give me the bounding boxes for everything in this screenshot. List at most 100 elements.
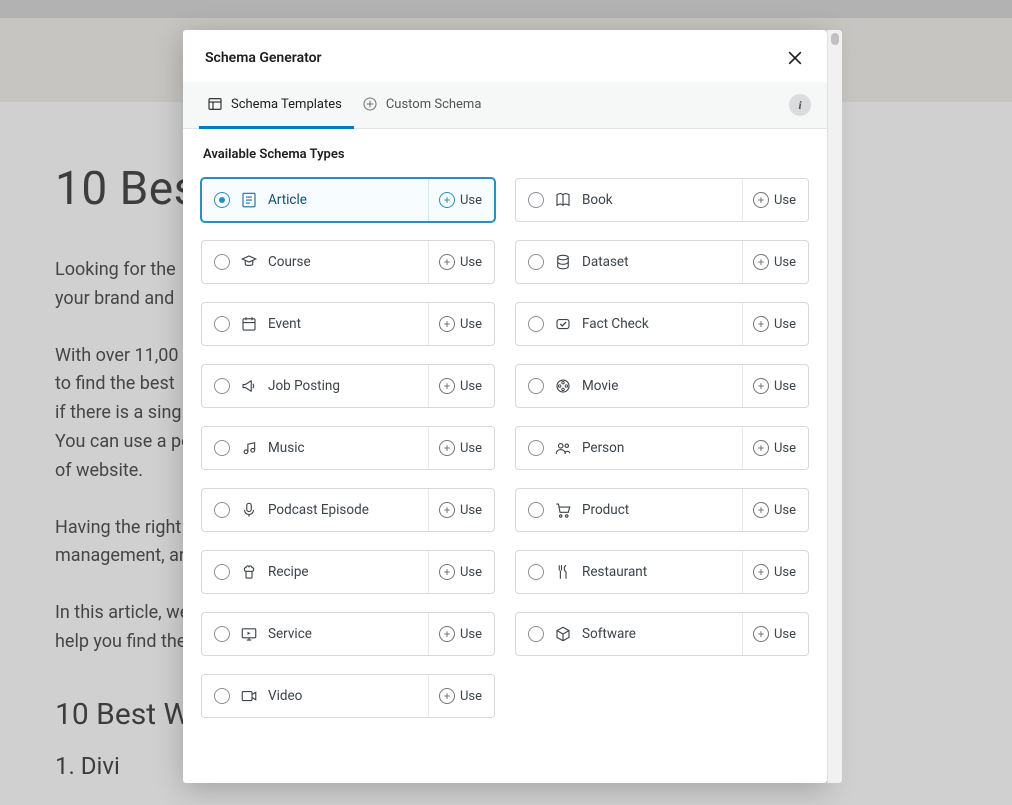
plus-icon: + — [753, 378, 769, 394]
dataset-icon — [554, 253, 572, 271]
plus-icon: + — [439, 564, 455, 580]
person-icon — [554, 439, 572, 457]
modal-scrollbar[interactable] — [827, 30, 842, 783]
use-button-music[interactable]: +Use — [428, 427, 494, 469]
schema-card-factcheck: Fact Check+Use — [515, 302, 809, 346]
use-label: Use — [460, 689, 482, 704]
info-button[interactable]: i — [789, 94, 811, 116]
use-button-product[interactable]: +Use — [742, 489, 808, 531]
schema-card-book: Book + Use — [515, 178, 809, 222]
schema-label: Product — [582, 502, 629, 518]
schema-select-course[interactable]: Course — [202, 241, 428, 283]
use-button-article[interactable]: +Use — [428, 179, 494, 221]
schema-select-factcheck[interactable]: Fact Check — [516, 303, 742, 345]
schema-select-podcast[interactable]: Podcast Episode — [202, 489, 428, 531]
schema-select-video[interactable]: Video — [202, 675, 428, 717]
radio-restaurant[interactable] — [528, 564, 544, 580]
use-button-recipe[interactable]: +Use — [428, 551, 494, 593]
schema-select-dataset[interactable]: Dataset — [516, 241, 742, 283]
schema-select-service[interactable]: Service — [202, 613, 428, 655]
radio-recipe[interactable] — [214, 564, 230, 580]
schema-label: Course — [268, 254, 311, 270]
mic-icon — [240, 501, 258, 519]
plus-icon: + — [439, 378, 455, 394]
article-icon — [240, 191, 258, 209]
tab-custom-schema[interactable]: Custom Schema — [354, 82, 494, 129]
schema-select-jobposting[interactable]: Job Posting — [202, 365, 428, 407]
radio-jobposting[interactable] — [214, 378, 230, 394]
use-label: Use — [774, 627, 796, 642]
schema-label: Video — [268, 688, 302, 704]
scrollbar-thumb[interactable] — [831, 33, 839, 45]
use-button-factcheck[interactable]: +Use — [742, 303, 808, 345]
schema-card-restaurant: Restaurant+Use — [515, 550, 809, 594]
product-icon — [554, 501, 572, 519]
schema-label: Article — [268, 192, 307, 208]
schema-select-software[interactable]: Software — [516, 613, 742, 655]
radio-software[interactable] — [528, 626, 544, 642]
use-button-restaurant[interactable]: +Use — [742, 551, 808, 593]
schema-card-podcast: Podcast Episode+Use — [201, 488, 495, 532]
schema-card-movie: Movie+Use — [515, 364, 809, 408]
radio-factcheck[interactable] — [528, 316, 544, 332]
radio-article[interactable] — [214, 192, 230, 208]
schema-select-music[interactable]: Music — [202, 427, 428, 469]
service-icon — [240, 625, 258, 643]
use-label: Use — [774, 441, 796, 456]
plus-icon: + — [753, 502, 769, 518]
schema-select-movie[interactable]: Movie — [516, 365, 742, 407]
use-button-service[interactable]: +Use — [428, 613, 494, 655]
radio-podcast[interactable] — [214, 502, 230, 518]
megaphone-icon — [240, 377, 258, 395]
use-label: Use — [460, 379, 482, 394]
schema-label: Music — [268, 440, 305, 456]
use-button-person[interactable]: +Use — [742, 427, 808, 469]
schema-select-product[interactable]: Product — [516, 489, 742, 531]
schema-select-book[interactable]: Book — [516, 179, 742, 221]
modal-tabs: Schema Templates Custom Schema i — [183, 82, 827, 129]
use-label: Use — [774, 193, 796, 208]
schema-label: Recipe — [268, 564, 309, 580]
use-button-movie[interactable]: +Use — [742, 365, 808, 407]
schema-label: Event — [268, 316, 301, 332]
use-button-event[interactable]: +Use — [428, 303, 494, 345]
radio-dataset[interactable] — [528, 254, 544, 270]
schema-select-event[interactable]: Event — [202, 303, 428, 345]
radio-book[interactable] — [528, 192, 544, 208]
use-button-jobposting[interactable]: + Use — [428, 365, 494, 407]
plus-icon: + — [439, 502, 455, 518]
use-button-dataset[interactable]: +Use — [742, 241, 808, 283]
plus-icon: + — [753, 626, 769, 642]
book-icon — [554, 191, 572, 209]
movie-icon — [554, 377, 572, 395]
schema-card-course: Course +Use — [201, 240, 495, 284]
use-button-podcast[interactable]: +Use — [428, 489, 494, 531]
plus-icon: + — [439, 688, 455, 704]
plus-icon: + — [439, 192, 455, 208]
radio-service[interactable] — [214, 626, 230, 642]
close-button[interactable] — [785, 48, 805, 68]
use-button-book[interactable]: + Use — [742, 179, 808, 221]
radio-course[interactable] — [214, 254, 230, 270]
tab-schema-templates[interactable]: Schema Templates — [199, 82, 354, 129]
radio-person[interactable] — [528, 440, 544, 456]
schema-select-person[interactable]: Person — [516, 427, 742, 469]
use-label: Use — [774, 255, 796, 270]
schema-select-restaurant[interactable]: Restaurant — [516, 551, 742, 593]
schema-generator-modal: Schema Generator Schema Templates Custom… — [183, 30, 827, 783]
modal-body: Available Schema Types Article+UseBook+U… — [183, 129, 827, 783]
schema-label: Person — [582, 440, 624, 456]
radio-event[interactable] — [214, 316, 230, 332]
plus-icon: + — [753, 192, 769, 208]
use-button-software[interactable]: + Use — [742, 613, 808, 655]
radio-video[interactable] — [214, 688, 230, 704]
use-button-course[interactable]: +Use — [428, 241, 494, 283]
radio-movie[interactable] — [528, 378, 544, 394]
schema-card-person: Person +Use — [515, 426, 809, 470]
use-button-video[interactable]: + Use — [428, 675, 494, 717]
schema-select-article[interactable]: Article — [202, 179, 428, 221]
use-label: Use — [460, 441, 482, 456]
schema-select-recipe[interactable]: Recipe — [202, 551, 428, 593]
radio-music[interactable] — [214, 440, 230, 456]
radio-product[interactable] — [528, 502, 544, 518]
